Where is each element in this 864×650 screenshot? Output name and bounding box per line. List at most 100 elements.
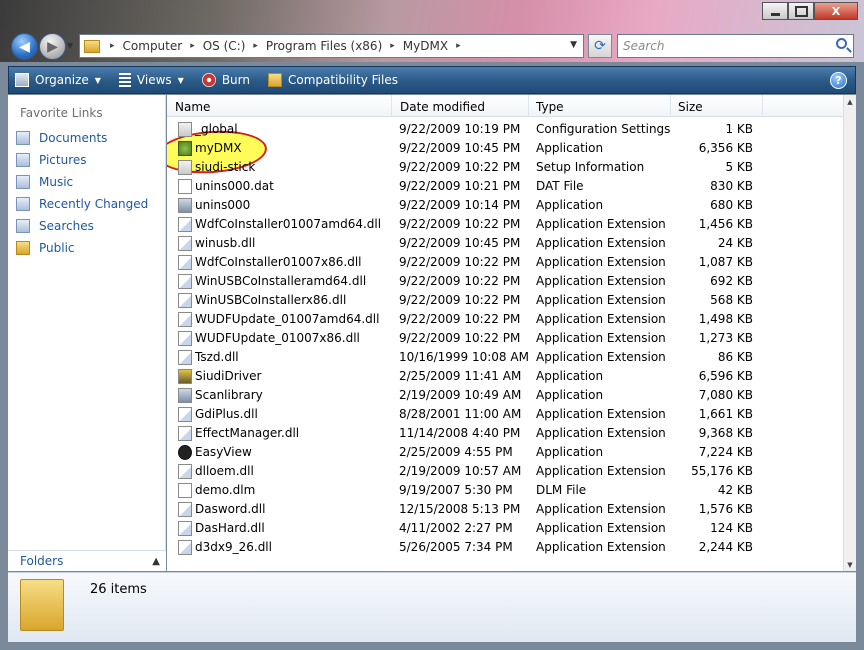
help-button[interactable]: ?	[830, 72, 847, 89]
organize-button[interactable]: Organize ▼	[9, 67, 107, 93]
file-row[interactable]: Tszd.dll 10/16/1999 10:08 AM Application E…	[167, 348, 843, 367]
file-row[interactable]: siudi-stick 9/22/2009 10:22 PM Setup Infor…	[167, 158, 843, 177]
file-row[interactable]: EffectManager.dll 11/14/2008 4:40 PM Appli…	[167, 424, 843, 443]
burn-button[interactable]: Burn	[196, 67, 256, 93]
column-header-type[interactable]: Type	[536, 100, 564, 114]
search-icon[interactable]	[836, 38, 847, 49]
documents-icon	[16, 131, 30, 145]
chevron-right-icon[interactable]: ▸	[253, 41, 258, 51]
folders-toggle[interactable]: Folders ▲	[8, 550, 166, 571]
chevron-right-icon[interactable]: ▸	[456, 41, 461, 51]
file-row[interactable]: Scanlibrary 2/19/2009 10:49 AM Application…	[167, 386, 843, 405]
navigation-pane: Favorite Links Documents Pictures Music …	[8, 95, 166, 571]
column-header-size[interactable]: Size	[678, 100, 703, 114]
views-button[interactable]: Views ▼	[113, 67, 190, 93]
search-input[interactable]: Search	[617, 34, 854, 58]
file-type: Application Extension	[536, 502, 666, 516]
file-row[interactable]: WUDFUpdate_01007x86.dll 9/22/2009 10:22 P…	[167, 329, 843, 348]
address-bar[interactable]: ▸ Computer ▸ OS (C:) ▸ Program Files (x8…	[79, 34, 584, 58]
file-name: WUDFUpdate_01007x86.dll	[195, 331, 360, 345]
file-row[interactable]: SiudiDriver 2/25/2009 11:41 AM Application…	[167, 367, 843, 386]
chevron-right-icon[interactable]: ▸	[190, 41, 195, 51]
vertical-scrollbar[interactable]: ▲ ▼	[843, 95, 856, 571]
nav-item-recently-changed[interactable]: Recently Changed	[16, 195, 148, 213]
file-size: 55,176 KB	[691, 464, 753, 478]
chevron-down-icon: ▼	[94, 75, 101, 85]
file-type: Application Extension	[536, 274, 666, 288]
column-divider[interactable]	[762, 95, 763, 117]
refresh-button[interactable]: ⟳	[588, 34, 612, 58]
command-bar: Organize ▼ Views ▼ Burn Compatibility Fi…	[8, 66, 856, 94]
file-row[interactable]: WinUSBCoInstallerx86.dll 9/22/2009 10:22 …	[167, 291, 843, 310]
file-type: Application Extension	[536, 521, 666, 535]
file-type: Application Extension	[536, 217, 666, 231]
breadcrumb-os-c[interactable]: OS (C:)	[203, 39, 246, 53]
scroll-up-icon[interactable]: ▲	[844, 95, 856, 108]
address-dropdown-icon[interactable]: ▼	[570, 40, 577, 50]
file-type: Application Extension	[536, 312, 666, 326]
nav-item-music[interactable]: Music	[16, 173, 73, 191]
file-type: Application Extension	[536, 464, 666, 478]
forward-button[interactable]: ▶	[39, 33, 66, 60]
file-row[interactable]: GdiPlus.dll 8/28/2001 11:00 AM Application…	[167, 405, 843, 424]
file-row[interactable]: myDMX 9/22/2009 10:45 PM Application 6,356 …	[167, 139, 843, 158]
breadcrumb-computer[interactable]: Computer	[123, 39, 183, 53]
file-size: 680 KB	[710, 198, 753, 212]
column-divider[interactable]	[528, 95, 529, 117]
file-name: Dasword.dll	[195, 502, 266, 516]
column-header-row: Name Date modified Type Size	[167, 95, 843, 117]
file-row[interactable]: demo.dlm 9/19/2007 5:30 PM DLM File 42 KB	[167, 481, 843, 500]
file-row[interactable]: dlloem.dll 2/19/2009 10:57 AM Application …	[167, 462, 843, 481]
file-row[interactable]: unins000.dat 9/22/2009 10:21 PM DAT File 83…	[167, 177, 843, 196]
file-row[interactable]: unins000 9/22/2009 10:14 PM Application 680…	[167, 196, 843, 215]
file-type: Application Extension	[536, 540, 666, 554]
app-icon	[178, 388, 192, 403]
close-button[interactable]: X	[814, 2, 858, 20]
minimize-button[interactable]	[762, 2, 788, 20]
nav-item-public[interactable]: Public	[16, 239, 75, 257]
column-divider[interactable]	[670, 95, 671, 117]
file-name: EffectManager.dll	[195, 426, 300, 440]
settings-file-icon	[178, 122, 192, 137]
file-row[interactable]: winusb.dll 9/22/2009 10:45 PM Application …	[167, 234, 843, 253]
back-button[interactable]: ◀	[11, 33, 38, 60]
file-row[interactable]: _global 9/22/2009 10:19 PM Configuration S…	[167, 120, 843, 139]
file-date: 9/22/2009 10:22 PM	[399, 255, 521, 269]
file-size: 6,596 KB	[698, 369, 753, 383]
chevron-up-icon: ▲	[152, 555, 160, 567]
breadcrumb-mydmx[interactable]: MyDMX	[403, 39, 448, 53]
file-name: GdiPlus.dll	[195, 407, 258, 421]
file-size: 692 KB	[710, 274, 753, 288]
column-divider[interactable]	[391, 95, 392, 117]
file-row[interactable]: DasHard.dll 4/11/2002 2:27 PM Application …	[167, 519, 843, 538]
file-size: 7,224 KB	[698, 445, 753, 459]
file-date: 2/19/2009 10:57 AM	[399, 464, 522, 478]
file-size: 5 KB	[725, 160, 753, 174]
file-row[interactable]: WinUSBCoInstalleramd64.dll 9/22/2009 10:2…	[167, 272, 843, 291]
chevron-right-icon[interactable]: ▸	[390, 41, 395, 51]
file-row[interactable]: Dasword.dll 12/15/2008 5:13 PM Application…	[167, 500, 843, 519]
file-row[interactable]: WdfCoInstaller01007amd64.dll 9/22/2009 10…	[167, 215, 843, 234]
file-size: 1,661 KB	[698, 407, 753, 421]
breadcrumb-program-files[interactable]: Program Files (x86)	[266, 39, 382, 53]
column-header-date[interactable]: Date modified	[400, 100, 485, 114]
recent-pages-dropdown[interactable]: ▼	[67, 41, 73, 50]
file-date: 2/25/2009 4:55 PM	[399, 445, 513, 459]
column-header-name[interactable]: Name	[175, 100, 210, 114]
chevron-right-icon[interactable]: ▸	[110, 41, 115, 51]
file-date: 9/22/2009 10:22 PM	[399, 217, 521, 231]
maximize-button[interactable]	[788, 2, 814, 20]
scroll-down-icon[interactable]: ▼	[844, 558, 856, 571]
favorite-links-heading: Favorite Links	[20, 106, 103, 120]
file-row[interactable]: WUDFUpdate_01007amd64.dll 9/22/2009 10:22…	[167, 310, 843, 329]
file-row[interactable]: EasyView 2/25/2009 4:55 PM Application 7,22…	[167, 443, 843, 462]
compatibility-files-button[interactable]: Compatibility Files	[262, 67, 404, 93]
file-row[interactable]: WdfCoInstaller01007x86.dll 9/22/2009 10:2…	[167, 253, 843, 272]
file-name: demo.dlm	[195, 483, 256, 497]
file-date: 9/22/2009 10:22 PM	[399, 160, 521, 174]
file-row[interactable]: d3dx9_26.dll 5/26/2005 7:34 PM Application…	[167, 538, 843, 557]
nav-item-searches[interactable]: Searches	[16, 217, 94, 235]
file-name: siudi-stick	[195, 160, 256, 174]
nav-item-documents[interactable]: Documents	[16, 129, 107, 147]
nav-item-pictures[interactable]: Pictures	[16, 151, 87, 169]
